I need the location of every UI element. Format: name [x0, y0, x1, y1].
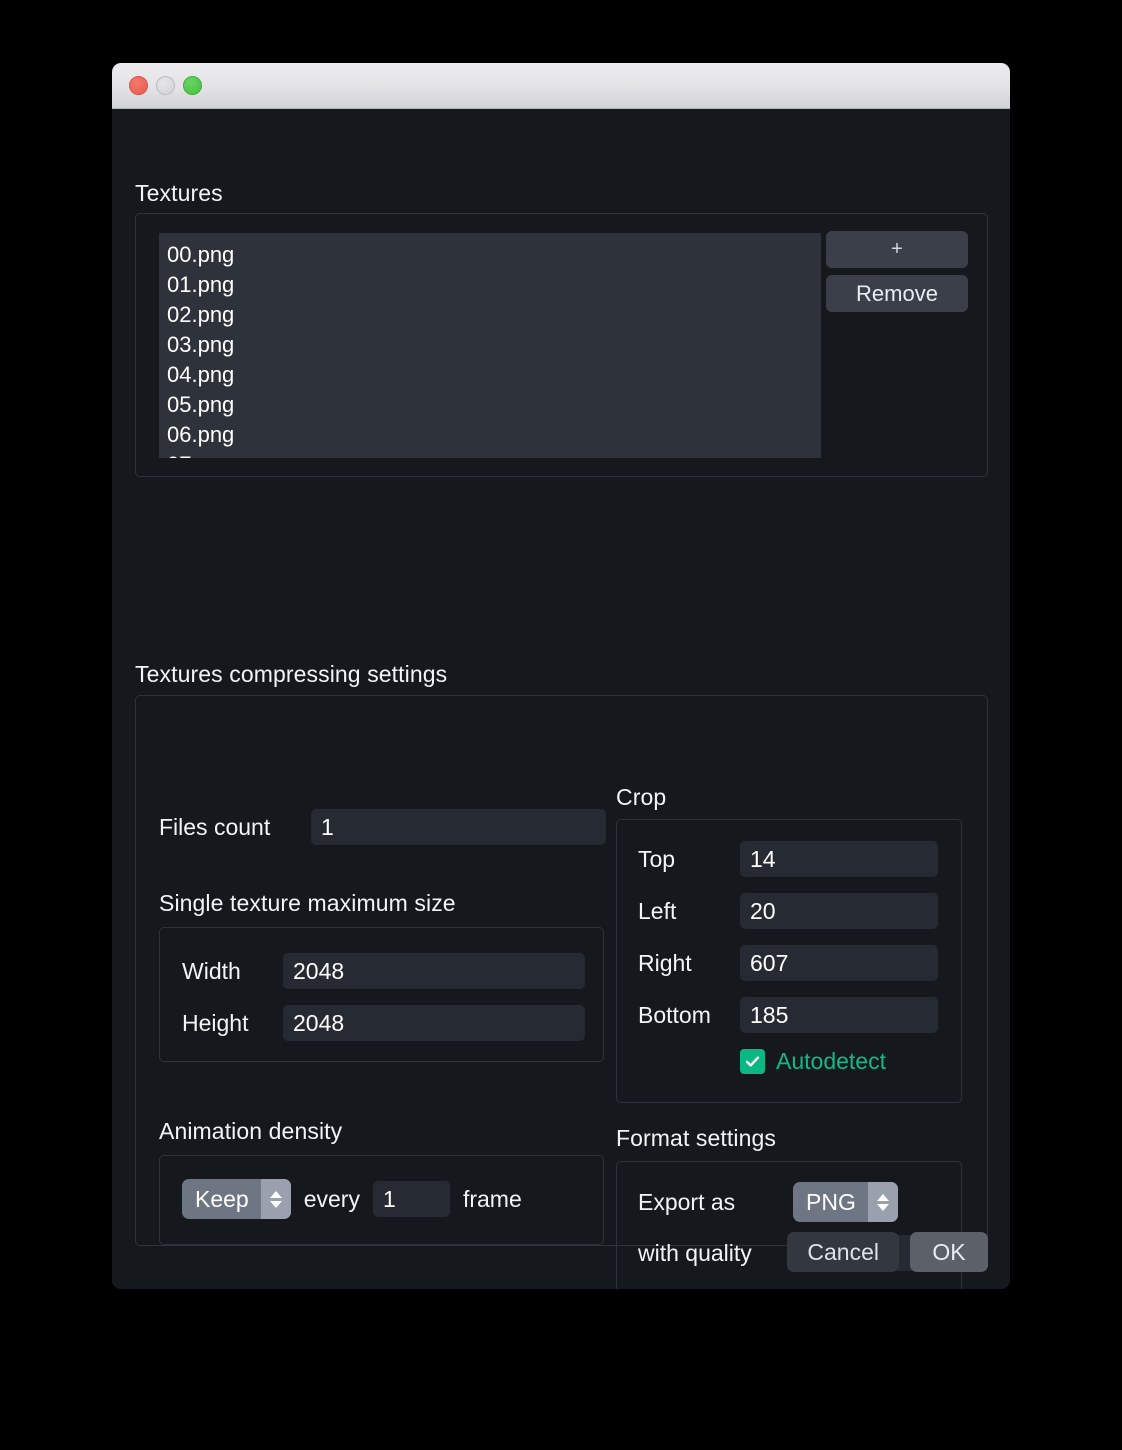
chevron-up-icon: [269, 1190, 282, 1198]
max-height-label: Height: [182, 1009, 249, 1036]
list-item[interactable]: 07.png: [167, 450, 821, 458]
stepper-arrows-icon[interactable]: [260, 1179, 291, 1219]
settings-left-column: Files count Single texture maximum size …: [159, 696, 606, 1245]
crop-bottom-label: Bottom: [638, 1001, 711, 1028]
crop-right-row: Right: [638, 945, 938, 981]
ok-button[interactable]: OK: [910, 1232, 988, 1272]
list-item[interactable]: 05.png: [167, 390, 821, 420]
maximize-window-icon[interactable]: [183, 76, 202, 95]
crop-title: Crop: [616, 784, 667, 810]
crop-top-label: Top: [638, 845, 676, 872]
max-size-title: Single texture maximum size: [159, 890, 456, 916]
max-height-row: Height: [182, 1005, 585, 1041]
list-item[interactable]: 04.png: [167, 360, 821, 390]
crop-bottom-row: Bottom: [638, 997, 938, 1033]
chevron-down-icon: [269, 1200, 282, 1208]
dialog-body: Textures 00.png 01.png 02.png 03.png 04.…: [112, 109, 1010, 1289]
animation-density-row: Keep every frame: [182, 1179, 522, 1219]
autodetect-label: Autodetect: [776, 1048, 886, 1074]
crop-top-row: Top: [638, 841, 938, 877]
max-height-input[interactable]: [283, 1005, 585, 1041]
max-width-input[interactable]: [283, 953, 585, 989]
files-count-label: Files count: [159, 813, 271, 840]
close-window-icon[interactable]: [129, 76, 148, 95]
stepper-arrows-icon[interactable]: [867, 1182, 898, 1222]
textures-section-title: Textures: [135, 180, 223, 206]
files-count-row: Files count: [159, 809, 606, 845]
every-label: every: [303, 1185, 360, 1212]
quality-label: with quality: [638, 1239, 752, 1266]
cancel-button[interactable]: Cancel: [787, 1232, 899, 1272]
export-as-label: Export as: [638, 1188, 736, 1215]
dialog-footer: Cancel OK: [787, 1232, 988, 1272]
autodetect-checkbox[interactable]: [740, 1049, 765, 1074]
max-size-groupbox: Width Height: [159, 927, 604, 1062]
minimize-window-icon[interactable]: [156, 76, 175, 95]
files-count-input[interactable]: [311, 809, 606, 845]
textures-dialog-window: Textures 00.png 01.png 02.png 03.png 04.…: [112, 63, 1010, 1289]
crop-left-input[interactable]: [740, 893, 938, 929]
remove-texture-button[interactable]: Remove: [826, 275, 968, 312]
crop-top-input[interactable]: [740, 841, 938, 877]
max-width-label: Width: [182, 957, 241, 984]
compressing-settings-groupbox: Files count Single texture maximum size …: [135, 695, 988, 1289]
list-item[interactable]: 03.png: [167, 330, 821, 360]
max-width-row: Width: [182, 953, 585, 989]
check-icon: [745, 1056, 760, 1067]
textures-groupbox: 00.png 01.png 02.png 03.png 04.png 05.pn…: [135, 213, 988, 477]
add-texture-button[interactable]: +: [826, 231, 968, 268]
window-titlebar: [112, 63, 1010, 109]
screen: Textures 00.png 01.png 02.png 03.png 04.…: [0, 0, 1122, 1450]
textures-file-list[interactable]: 00.png 01.png 02.png 03.png 04.png 05.pn…: [159, 233, 821, 458]
traffic-light-group: [129, 76, 202, 95]
list-item[interactable]: 01.png: [167, 270, 821, 300]
textures-list-actions: + Remove: [826, 231, 968, 312]
crop-bottom-input[interactable]: [740, 997, 938, 1033]
animation-density-groupbox: Keep every frame: [159, 1155, 604, 1245]
crop-left-label: Left: [638, 897, 677, 924]
export-format-select[interactable]: PNG: [793, 1182, 898, 1222]
list-item[interactable]: 06.png: [167, 420, 821, 450]
chevron-up-icon: [876, 1193, 889, 1201]
crop-right-input[interactable]: [740, 945, 938, 981]
frame-label: frame: [462, 1185, 522, 1212]
crop-groupbox: Top Left Right Bottom: [616, 819, 962, 1103]
crop-left-row: Left: [638, 893, 938, 929]
animation-mode-value: Keep: [195, 1186, 249, 1212]
frames-input[interactable]: [372, 1181, 450, 1217]
chevron-down-icon: [876, 1203, 889, 1211]
animation-density-title: Animation density: [159, 1118, 343, 1144]
crop-right-label: Right: [638, 949, 692, 976]
list-item[interactable]: 02.png: [167, 300, 821, 330]
export-as-row: Export as PNG: [638, 1182, 898, 1222]
format-settings-title: Format settings: [616, 1125, 776, 1151]
animation-mode-select[interactable]: Keep: [182, 1179, 291, 1219]
list-item[interactable]: 00.png: [167, 240, 821, 270]
compressing-settings-title: Textures compressing settings: [135, 661, 448, 687]
autodetect-checkbox-row[interactable]: Autodetect: [740, 1049, 886, 1074]
settings-right-column: Crop Top Left Right: [616, 696, 966, 1289]
export-format-value: PNG: [806, 1189, 856, 1215]
